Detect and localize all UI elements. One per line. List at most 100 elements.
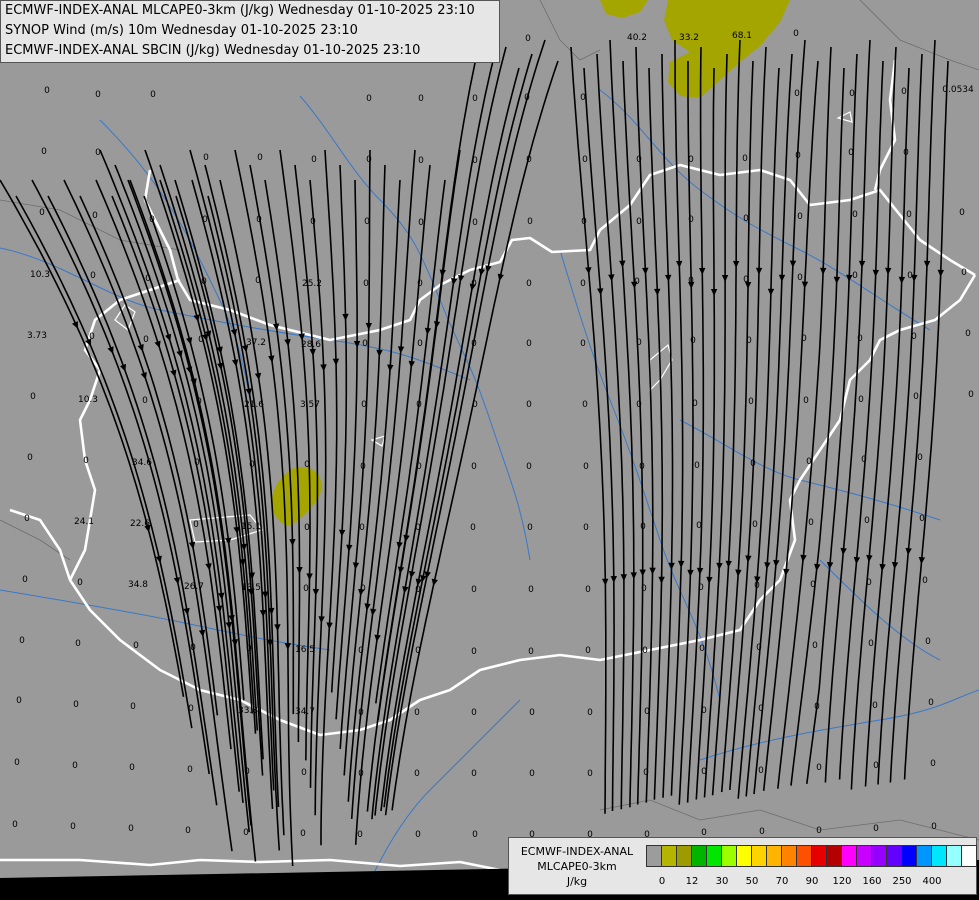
legend-tick-label: 160 [862, 876, 882, 887]
streamline-arrowhead [342, 313, 349, 321]
streamline-arrowhead [585, 267, 592, 275]
sbcin-value: 0 [142, 396, 148, 406]
sbcin-value: 0 [362, 339, 368, 349]
sbcin-value: 0 [919, 514, 925, 524]
sbcin-value: 0 [814, 702, 820, 712]
streamline-arrowhead [706, 576, 713, 584]
sbcin-value: 0 [864, 516, 870, 526]
streamline-arrowhead [205, 563, 212, 571]
streamline-arrowhead [678, 560, 685, 568]
rivers [0, 89, 979, 900]
streamline [320, 149, 338, 846]
streamline-arrowhead [140, 372, 147, 380]
sbcin-value: 28.6 [301, 340, 321, 350]
sbcin-value: 0 [752, 520, 758, 530]
sbcin-value: 0 [185, 826, 191, 836]
sbcin-value: 0 [694, 461, 700, 471]
legend-swatch [736, 845, 752, 867]
legend-swatch [781, 845, 797, 867]
sbcin-value: 3.57 [300, 400, 320, 410]
streamline-arrowhead [376, 349, 383, 357]
legend-swatch [811, 845, 827, 867]
streamline-arrowhead [608, 274, 615, 282]
sbcin-value: 0 [587, 769, 593, 779]
sbcin-value: 0 [636, 155, 642, 165]
sbcin-value: 0 [873, 761, 879, 771]
sbcin-value: 0 [529, 708, 535, 718]
streamline-arrowhead [699, 267, 706, 275]
legend-swatch [796, 845, 812, 867]
streamline-arrowhead [458, 275, 465, 283]
header-title-synop-wind: SYNOP Wind (m/s) 10m Wednesday 01-10-202… [5, 23, 358, 38]
streamline-arrowhead [918, 556, 926, 565]
sbcin-value: 0 [797, 212, 803, 222]
sbcin-value: 0 [257, 153, 263, 163]
streamline [729, 46, 767, 790]
streamline-arrowhead [274, 624, 281, 632]
legend-swatch [961, 845, 977, 867]
sbcin-value: 10.3 [30, 270, 50, 280]
sbcin-value: 0 [961, 268, 967, 278]
streamline-arrowhead [231, 359, 239, 367]
sbcin-value: 0 [12, 820, 18, 830]
streamline-arrowhead [259, 609, 267, 618]
sbcin-value: 0 [526, 279, 532, 289]
streamline-arrowhead [649, 567, 656, 575]
sbcin-value: 0 [861, 455, 867, 465]
sbcin-value: 0 [930, 759, 936, 769]
legend-tick-label: 12 [685, 876, 699, 887]
sbcin-value: 0 [92, 211, 98, 221]
sbcin-value: 0 [143, 335, 149, 345]
sbcin-value: 0 [587, 708, 593, 718]
streamline-arrowhead [602, 578, 609, 586]
legend-swatch [886, 845, 902, 867]
sbcin-value: 0 [644, 707, 650, 717]
legend-title-line1: ECMWF-INDEX-ANAL [520, 845, 634, 858]
streamline [703, 53, 728, 798]
streamline-arrowhead [716, 562, 723, 570]
sbcin-value: 24.1 [74, 517, 94, 527]
cape-shading [271, 0, 790, 526]
sbcin-value: 0 [361, 400, 367, 410]
streamline [596, 53, 625, 810]
sbcin-value: 0 [415, 646, 421, 656]
sbcin-value: 0 [303, 584, 309, 594]
sbcin-value: 0 [801, 334, 807, 344]
streamline [850, 46, 897, 790]
sbcin-value: 0 [849, 89, 855, 99]
streamline [661, 53, 674, 798]
sbcin-value: 0 [636, 338, 642, 348]
sbcin-value: 16.5 [295, 645, 315, 655]
streamline-arrowhead [217, 362, 224, 371]
legend-swatch [931, 845, 947, 867]
legend-swatch [706, 845, 722, 867]
sbcin-value: 0 [759, 827, 765, 837]
sbcin-value: 0 [795, 151, 801, 161]
streamline-arrowhead [687, 569, 694, 577]
sbcin-value: 0 [366, 155, 372, 165]
sbcin-value: 0 [129, 763, 135, 773]
sbcin-value: 0 [582, 400, 588, 410]
sbcin-value: 0 [527, 217, 533, 227]
header-title-sbcin: ECMWF-INDEX-ANAL SBCIN (J/kg) Wednesday … [5, 43, 421, 58]
sbcin-value: 0 [641, 584, 647, 594]
streamline-arrowhead [710, 289, 718, 296]
legend-tick-label: 250 [892, 876, 912, 887]
sbcin-value: 0 [471, 585, 477, 595]
sbcin-value: 0 [526, 400, 532, 410]
streamline-arrowhead [284, 643, 291, 651]
sbcin-value: 0 [41, 147, 47, 157]
streamline-arrowhead [639, 569, 646, 577]
streamline [570, 46, 607, 814]
legend-swatch [901, 845, 917, 867]
sbcin-value: 0 [585, 585, 591, 595]
streamline-arrowhead [676, 260, 683, 268]
legend-tick-label: 400 [922, 876, 942, 887]
legend-tick-label: 0 [658, 876, 666, 887]
streamline-arrowhead [891, 561, 899, 570]
sbcin-value: 0 [848, 148, 854, 158]
sbcin-value: 0 [808, 518, 814, 528]
sbcin-value: 68.1 [732, 31, 752, 41]
legend-swatch [646, 845, 662, 867]
sbcin-value: 0 [528, 585, 534, 595]
